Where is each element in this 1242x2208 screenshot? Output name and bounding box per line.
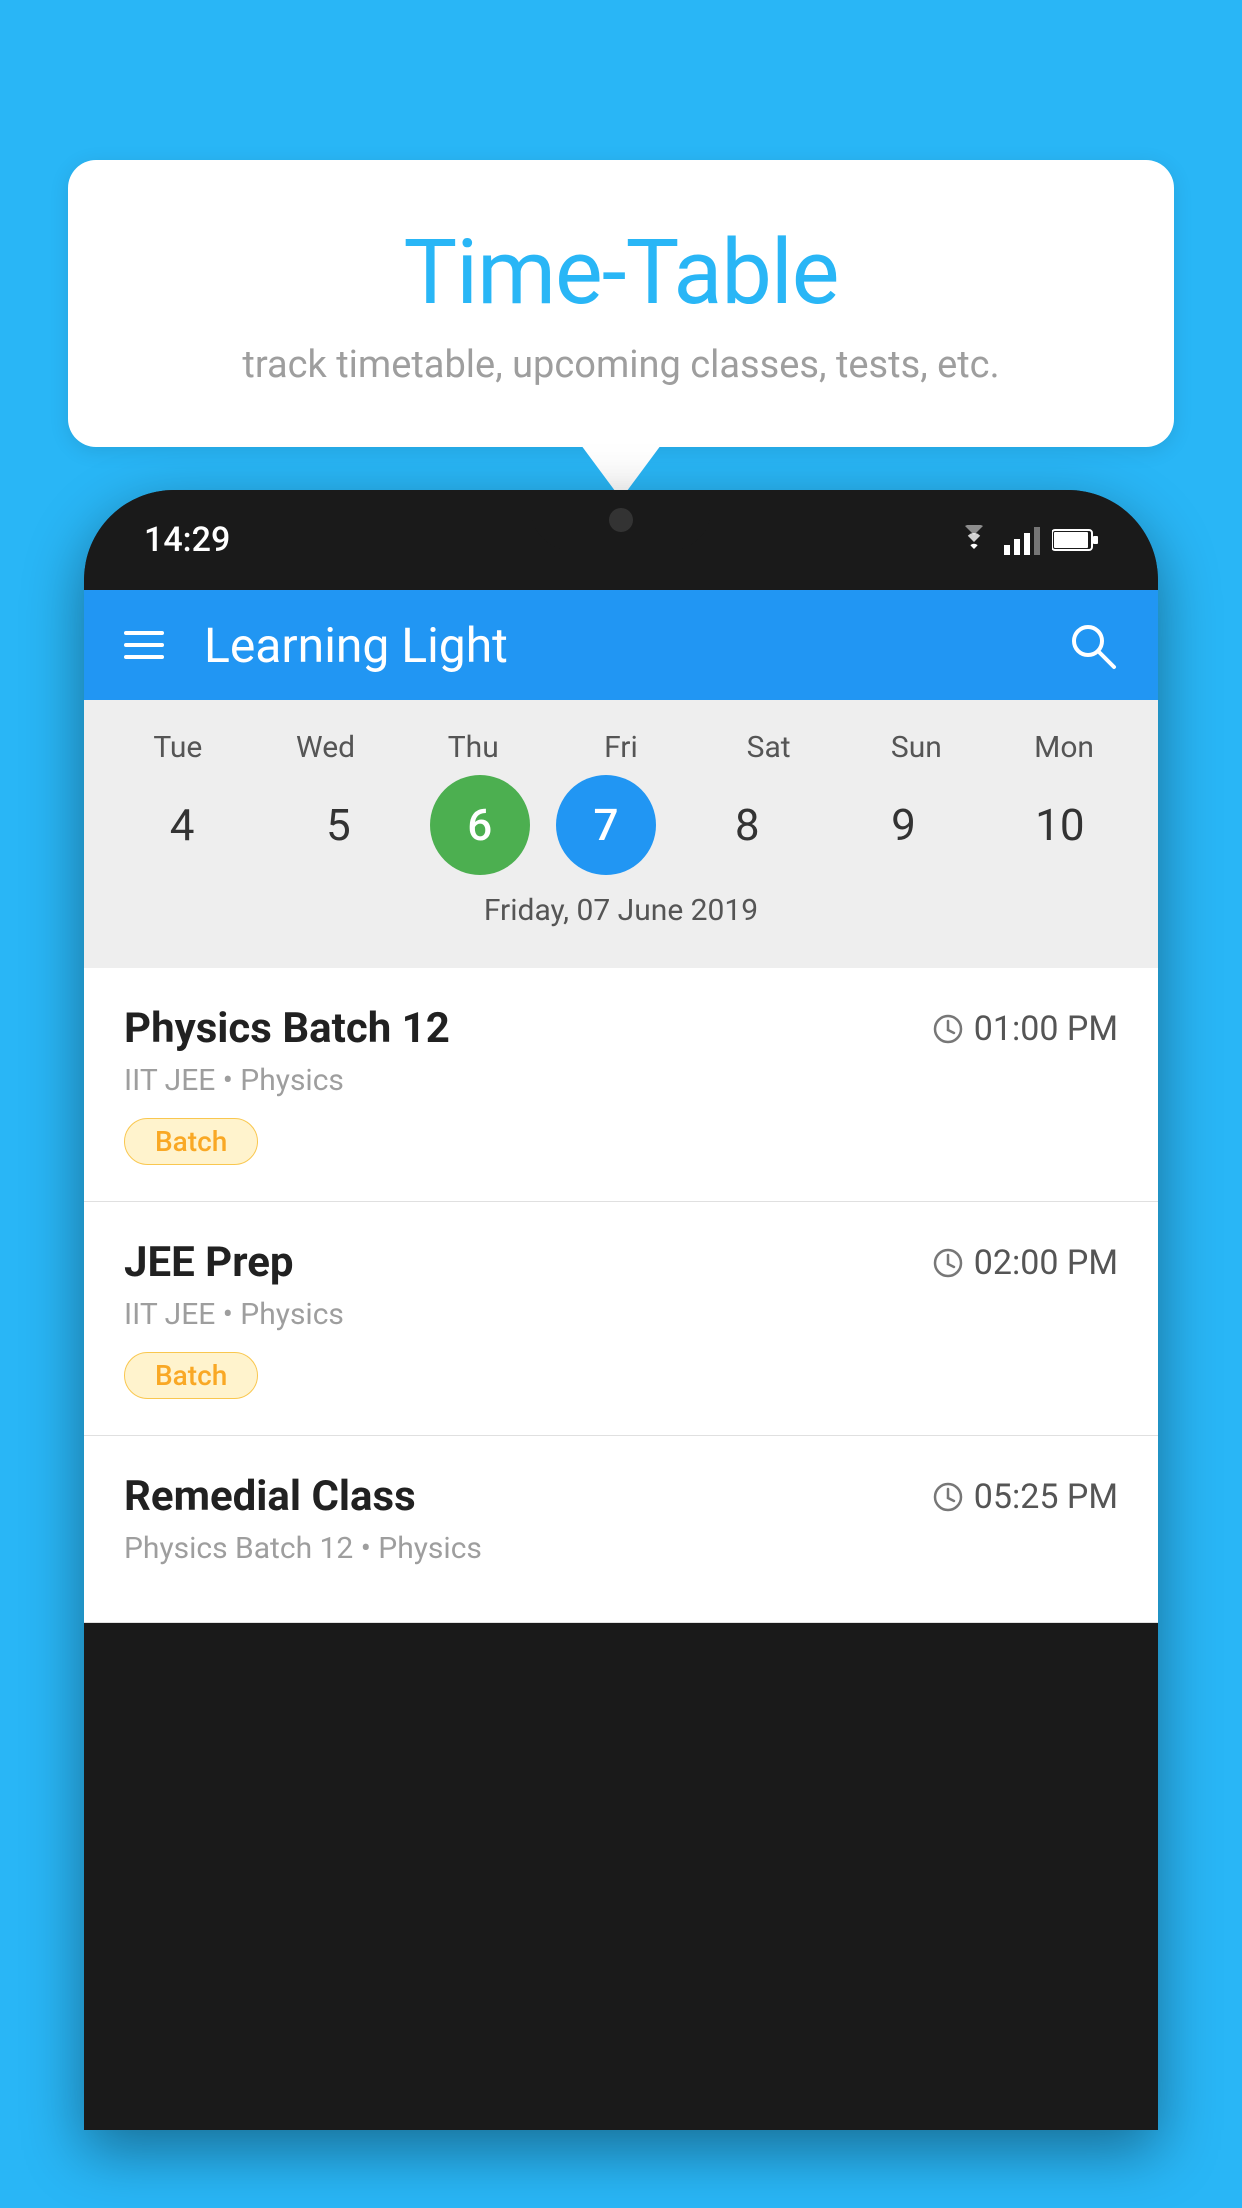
notch bbox=[531, 490, 711, 550]
day-label-sat: Sat bbox=[704, 730, 834, 765]
schedule-item-1[interactable]: Physics Batch 12 01:00 PM IIT JEE • Phys… bbox=[84, 968, 1158, 1202]
schedule-title-1: Physics Batch 12 bbox=[124, 1004, 450, 1053]
schedule-time-2: 02:00 PM bbox=[932, 1243, 1118, 1283]
app-title: Learning Light bbox=[204, 617, 1026, 674]
schedule-subtitle-3: Physics Batch 12 • Physics bbox=[124, 1531, 1118, 1566]
schedule-subtitle-1: IIT JEE • Physics bbox=[124, 1063, 1118, 1098]
day-label-thu: Thu bbox=[408, 730, 538, 765]
day-6-today[interactable]: 6 bbox=[430, 775, 530, 875]
schedule-item-1-top: Physics Batch 12 01:00 PM bbox=[124, 1004, 1118, 1053]
schedule-list: Physics Batch 12 01:00 PM IIT JEE • Phys… bbox=[84, 968, 1158, 1623]
schedule-item-2-top: JEE Prep 02:00 PM bbox=[124, 1238, 1118, 1287]
calendar-strip: Tue Wed Thu Fri Sat Sun Mon 4 5 6 7 8 9 … bbox=[84, 700, 1158, 968]
schedule-subtitle-2: IIT JEE • Physics bbox=[124, 1297, 1118, 1332]
clock-icon-3 bbox=[932, 1481, 964, 1513]
app-header: Learning Light bbox=[84, 590, 1158, 700]
schedule-item-3-top: Remedial Class 05:25 PM bbox=[124, 1472, 1118, 1521]
clock-icon-2 bbox=[932, 1247, 964, 1279]
day-8[interactable]: 8 bbox=[682, 775, 812, 875]
batch-badge-1: Batch bbox=[124, 1118, 258, 1165]
schedule-item-2[interactable]: JEE Prep 02:00 PM IIT JEE • Physics Batc… bbox=[84, 1202, 1158, 1436]
schedule-title-3: Remedial Class bbox=[124, 1472, 416, 1521]
day-label-tue: Tue bbox=[113, 730, 243, 765]
status-bar: 14:29 bbox=[84, 490, 1158, 590]
selected-date-label: Friday, 07 June 2019 bbox=[84, 885, 1158, 948]
batch-badge-2: Batch bbox=[124, 1352, 258, 1399]
status-icons bbox=[956, 525, 1098, 555]
day-9[interactable]: 9 bbox=[839, 775, 969, 875]
day-7-selected[interactable]: 7 bbox=[556, 775, 656, 875]
phone-screen: Learning Light Tue Wed Thu Fri Sat Sun M… bbox=[84, 590, 1158, 1623]
wifi-icon bbox=[956, 525, 992, 555]
phone-frame: 14:29 bbox=[84, 490, 1158, 2130]
day-4[interactable]: 4 bbox=[117, 775, 247, 875]
phone-container: 14:29 bbox=[84, 490, 1158, 2208]
signal-icon bbox=[1004, 525, 1040, 555]
clock-icon-1 bbox=[932, 1013, 964, 1045]
schedule-item-3[interactable]: Remedial Class 05:25 PM Physics Batch 12… bbox=[84, 1436, 1158, 1623]
day-5[interactable]: 5 bbox=[273, 775, 403, 875]
day-label-fri: Fri bbox=[556, 730, 686, 765]
battery-icon bbox=[1052, 527, 1098, 553]
day-label-sun: Sun bbox=[851, 730, 981, 765]
search-icon[interactable] bbox=[1066, 619, 1118, 671]
speech-bubble: Time-Table track timetable, upcoming cla… bbox=[68, 160, 1174, 447]
bubble-title: Time-Table bbox=[118, 220, 1124, 325]
bubble-subtitle: track timetable, upcoming classes, tests… bbox=[118, 343, 1124, 387]
day-numbers: 4 5 6 7 8 9 10 bbox=[84, 765, 1158, 885]
schedule-time-3: 05:25 PM bbox=[932, 1477, 1118, 1517]
schedule-time-1: 01:00 PM bbox=[932, 1009, 1118, 1049]
day-label-mon: Mon bbox=[999, 730, 1129, 765]
camera-dot bbox=[609, 508, 633, 532]
hamburger-menu-icon[interactable] bbox=[124, 631, 164, 659]
day-headers: Tue Wed Thu Fri Sat Sun Mon bbox=[84, 720, 1158, 765]
schedule-title-2: JEE Prep bbox=[124, 1238, 294, 1287]
status-time: 14:29 bbox=[144, 520, 230, 560]
day-label-wed: Wed bbox=[261, 730, 391, 765]
day-10[interactable]: 10 bbox=[995, 775, 1125, 875]
